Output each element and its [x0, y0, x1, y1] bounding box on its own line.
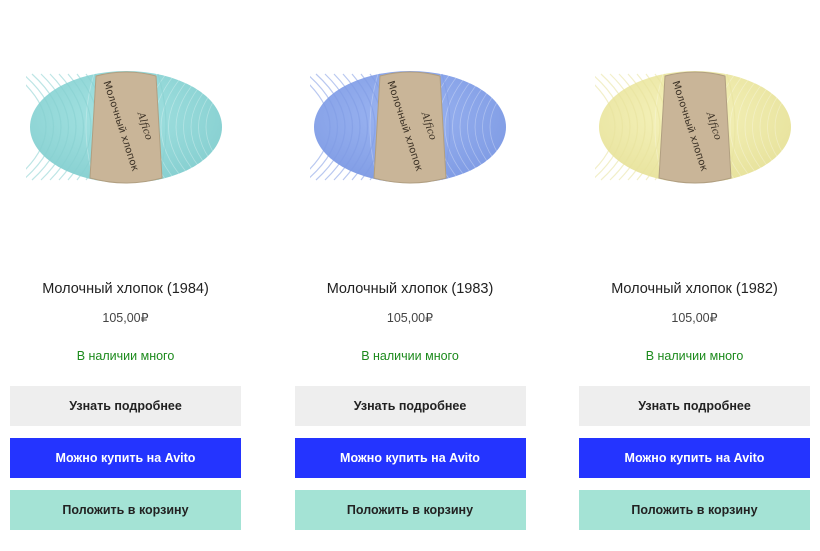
- add-to-cart-button[interactable]: Положить в корзину: [294, 490, 526, 530]
- product-grid: Молочный хлопок Alfico Молочный хлопок (1…: [10, 0, 810, 530]
- add-to-cart-button[interactable]: Положить в корзину: [579, 490, 810, 530]
- yarn-skein-image: Молочный хлопокAlfico: [25, 71, 226, 184]
- buy-on-avito-button[interactable]: Можно купить на Avito: [10, 438, 241, 478]
- product-title[interactable]: Молочный хлопок (1982): [611, 280, 778, 298]
- buy-on-avito-button[interactable]: Можно купить на Avito: [579, 438, 810, 478]
- learn-more-button[interactable]: Узнать подробнее: [579, 386, 810, 426]
- product-image-link[interactable]: Молочный хлопок Alfico: [295, 0, 526, 248]
- stock-status: В наличии много: [645, 349, 744, 363]
- product-card: Молочный хлопок Alfico Молочный хлопок (1…: [294, 0, 526, 530]
- yarn-skein-image: Молочный хлопокAlfico: [310, 71, 510, 184]
- learn-more-button[interactable]: Узнать подробнее: [10, 386, 241, 426]
- buy-on-avito-button[interactable]: Можно купить на Avito: [294, 438, 526, 478]
- stock-status: В наличии много: [76, 349, 175, 363]
- product-card: Молочный хлопок Alfico Молочный хлопок (1…: [10, 0, 241, 530]
- product-price: 105,00₽: [386, 311, 434, 325]
- product-title[interactable]: Молочный хлопок (1984): [42, 280, 209, 298]
- product-price: 105,00₽: [102, 311, 149, 325]
- stock-status: В наличии много: [361, 349, 459, 363]
- yarn-skein-image: Молочный хлопокAlfico: [594, 71, 795, 184]
- product-card: Молочный хлопок Alfico Молочный хлопок (1…: [579, 0, 810, 530]
- product-price: 105,00₽: [671, 311, 718, 325]
- product-image-link[interactable]: Молочный хлопок Alfico: [10, 0, 241, 248]
- learn-more-button[interactable]: Узнать подробнее: [294, 386, 526, 426]
- product-image-link[interactable]: Молочный хлопок Alfico: [579, 0, 810, 248]
- add-to-cart-button[interactable]: Положить в корзину: [10, 490, 241, 530]
- product-title[interactable]: Молочный хлопок (1983): [327, 280, 494, 298]
